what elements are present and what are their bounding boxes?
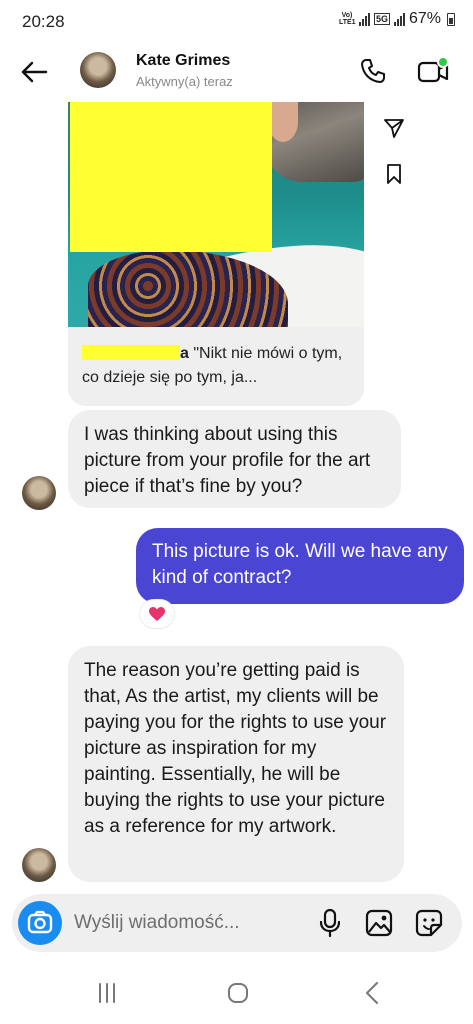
shared-post-image[interactable] [68,102,364,327]
status-indicators: Vo) LTE1 5G 67% [339,10,455,28]
send-icon[interactable] [382,116,406,140]
message-outgoing[interactable]: This picture is ok. Will we have any kin… [136,528,464,604]
camera-icon [27,910,53,934]
heart-icon [149,607,165,621]
sticker-icon[interactable] [414,908,444,938]
message-composer [12,894,462,952]
signal-icon [358,12,370,26]
nav-back-icon[interactable] [362,980,382,1006]
camera-button[interactable] [18,901,62,945]
back-arrow-icon[interactable] [18,56,50,88]
contact-avatar[interactable] [80,52,116,88]
network-badge: 5G [373,13,390,25]
status-time: 20:28 [22,12,65,31]
recents-icon[interactable] [94,982,120,1004]
home-icon[interactable] [226,982,250,1004]
contact-name[interactable]: Kate Grimes [136,52,230,70]
video-camera-icon[interactable] [416,56,450,86]
phone-icon[interactable] [358,56,388,86]
message-avatar[interactable] [22,476,56,510]
post-caption: a "Nikt nie mówi o tym, co dzieje się po… [82,342,357,390]
message-input[interactable] [74,907,294,939]
battery-icon [447,12,455,26]
caption-username-suffix: a [180,345,189,362]
contact-status: Aktywny(a) teraz [136,74,233,89]
signal-icon-2 [393,12,405,26]
censored-username [82,345,180,360]
bookmark-icon[interactable] [382,162,406,186]
battery-percent: 67% [408,10,441,27]
microphone-icon[interactable] [316,908,344,938]
message-avatar[interactable] [22,848,56,882]
reaction-badge[interactable] [140,600,174,628]
gallery-icon[interactable] [364,908,394,938]
shared-post[interactable]: a "Nikt nie mówi o tym, co dzieje się po… [68,102,364,406]
chat-header: Kate Grimes Aktywny(a) teraz [0,40,473,102]
message-incoming[interactable]: I was thinking about using this picture … [68,410,401,508]
system-navbar [0,960,473,1024]
volte-indicator: Vo) LTE1 [338,12,356,26]
message-incoming[interactable]: The reason you’re getting paid is that, … [68,646,404,882]
arm-shape [268,102,298,142]
status-bar: 20:28 Vo) LTE1 5G 67% [0,0,473,40]
censor-box [70,102,272,252]
